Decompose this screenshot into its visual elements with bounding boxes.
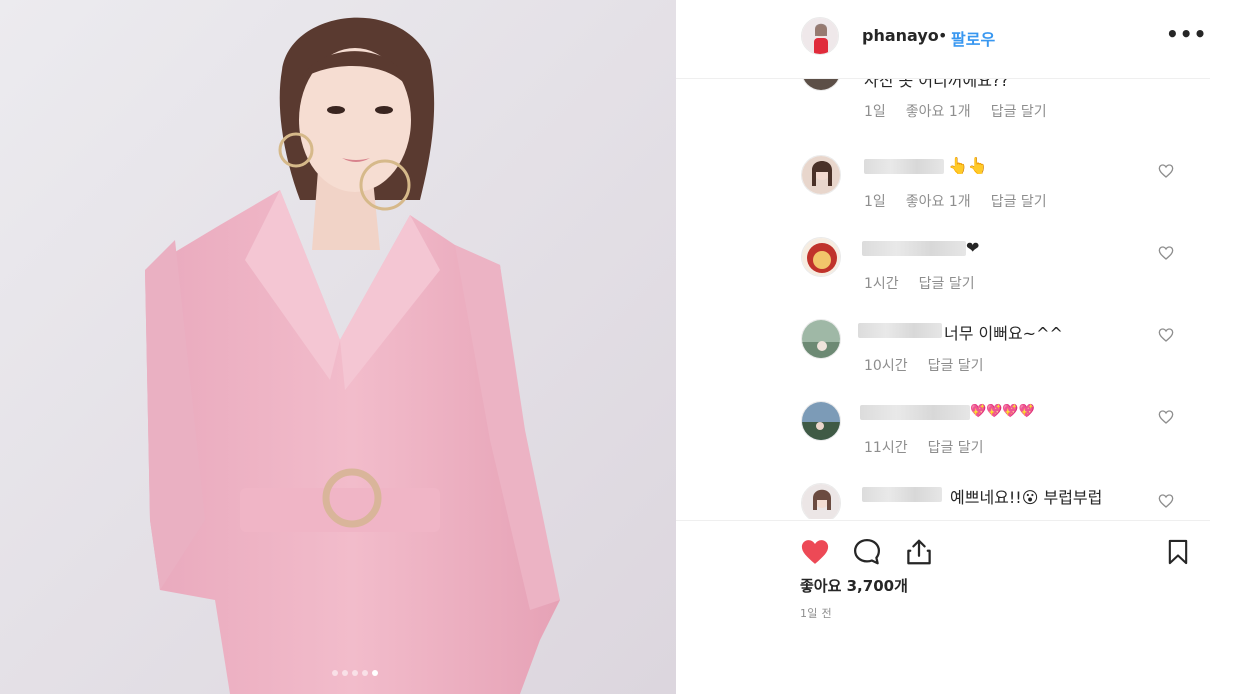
commenter-avatar[interactable]: [801, 237, 841, 277]
carousel-dot-active: [372, 670, 378, 676]
post-header: phanayo • 팔로우 •••: [676, 0, 1210, 79]
carousel-indicator: [332, 670, 378, 676]
comment-likes[interactable]: 좋아요 1개: [906, 101, 971, 121]
reply-button[interactable]: 답글 달기: [919, 273, 975, 293]
comment-meta: 1일 좋아요 1개 답글 달기: [864, 101, 1047, 121]
reply-button[interactable]: 답글 달기: [928, 355, 984, 375]
more-options-icon[interactable]: •••: [1166, 22, 1207, 46]
likes-count[interactable]: 좋아요 3,700개: [800, 575, 908, 596]
username-blurred: [862, 241, 966, 256]
comment-text: 너무 이뻐요~^^: [944, 324, 1063, 343]
carousel-dot: [332, 670, 338, 676]
username-blurred: [862, 487, 942, 502]
bookmark-icon[interactable]: [1164, 537, 1192, 567]
commenter-avatar[interactable]: [801, 319, 841, 359]
share-icon[interactable]: [904, 536, 934, 568]
comment-time: 1시간: [864, 276, 899, 292]
post-detail-panel: phanayo • 팔로우 ••• 사진 옷 어디꺼에요?? 1일 좋아요 1개…: [676, 0, 1250, 694]
reply-button[interactable]: 답글 달기: [991, 191, 1047, 211]
comment-item: 👆👆 1일 좋아요 1개 답글 달기: [676, 155, 1210, 237]
comments-list[interactable]: 사진 옷 어디꺼에요?? 1일 좋아요 1개 답글 달기 👆👆 1일 좋아요 1…: [676, 79, 1210, 519]
comment-item: 예쁘네요!!😮 부럽부럽: [676, 483, 1210, 519]
post-timestamp: 1일 전: [800, 607, 832, 620]
username-blurred: [864, 159, 944, 174]
comment-time: 1일: [864, 194, 886, 210]
carousel-dot: [342, 670, 348, 676]
reply-button[interactable]: 답글 달기: [928, 437, 984, 457]
author-avatar[interactable]: [801, 17, 839, 55]
comment-time: 11시간: [864, 440, 908, 456]
comment-item: 💖💖💖💖 11시간 답글 달기: [676, 401, 1210, 483]
comment-like-heart-icon[interactable]: [1158, 245, 1174, 261]
comment-like-heart-icon[interactable]: [1158, 327, 1174, 343]
commenter-avatar[interactable]: [801, 483, 841, 519]
follow-button[interactable]: 팔로우: [951, 26, 995, 50]
commenter-avatar[interactable]: [801, 401, 841, 441]
comment-text: 예쁘네요!!😮 부럽부럽: [950, 488, 1103, 507]
comment-item: ❤ 1시간 답글 달기: [676, 237, 1210, 319]
comment-text: 💖💖💖💖: [970, 404, 1035, 419]
carousel-dot: [352, 670, 358, 676]
commenter-avatar[interactable]: [801, 79, 841, 91]
comment-time: 1일: [864, 104, 886, 120]
comment-meta: 1시간 답글 달기: [864, 273, 975, 293]
author-username[interactable]: phanayo: [862, 26, 939, 45]
comment-item: 너무 이뻐요~^^ 10시간 답글 달기: [676, 319, 1210, 401]
username-blurred: [858, 323, 942, 338]
comment-item: 사진 옷 어디꺼에요?? 1일 좋아요 1개 답글 달기: [676, 79, 1210, 149]
comment-like-heart-icon[interactable]: [1158, 493, 1174, 509]
comment-meta: 11시간 답글 달기: [864, 437, 984, 457]
comment-like-heart-icon[interactable]: [1158, 409, 1174, 425]
comment-text: ❤: [966, 238, 980, 257]
comment-meta: 10시간 답글 달기: [864, 355, 984, 375]
comment-text: 👆👆: [948, 156, 988, 175]
comment-likes[interactable]: 좋아요 1개: [906, 191, 971, 211]
carousel-dot: [362, 670, 368, 676]
post-photo[interactable]: [0, 0, 676, 694]
comment-meta: 1일 좋아요 1개 답글 달기: [864, 191, 1047, 211]
comment-text: 사진 옷 어디꺼에요??: [864, 79, 1009, 90]
comment-like-heart-icon[interactable]: [1158, 163, 1174, 179]
comment-time: 10시간: [864, 358, 908, 374]
model-in-pink-dress-image: [0, 0, 676, 694]
header-separator: •: [938, 26, 948, 45]
comment-icon[interactable]: [851, 537, 883, 567]
username-blurred: [860, 405, 970, 420]
commenter-avatar[interactable]: [801, 155, 841, 195]
reply-button[interactable]: 답글 달기: [991, 101, 1047, 121]
post-actions: 좋아요 3,700개 1일 전: [676, 520, 1210, 695]
heart-filled-icon[interactable]: [799, 537, 831, 567]
